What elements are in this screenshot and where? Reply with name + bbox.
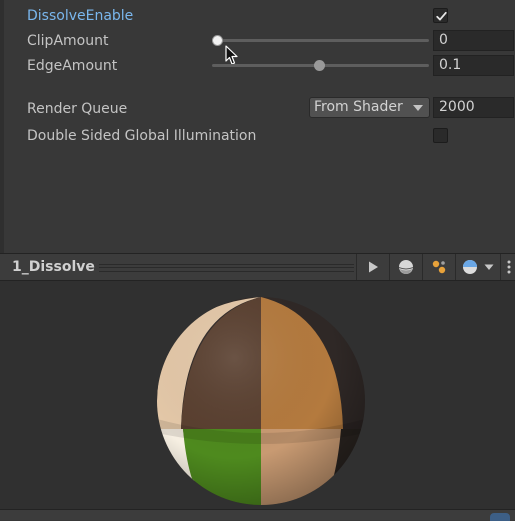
preview-drag-handle[interactable] — [99, 264, 354, 272]
preview-header: 1_Dissolve — [0, 253, 515, 281]
edge-amount-field[interactable]: 0.1 — [433, 55, 514, 76]
preview-title: 1_Dissolve — [12, 259, 95, 275]
double-sided-gi-label: Double Sided Global Illumination — [27, 128, 257, 144]
light-icon — [432, 260, 446, 274]
preview-footer — [0, 509, 515, 521]
dissolve-sphere-preview — [157, 297, 365, 505]
preview-light-button[interactable] — [422, 254, 455, 280]
clip-amount-slider-thumb[interactable] — [212, 35, 223, 46]
preview-more-button[interactable] — [500, 254, 515, 280]
edge-amount-label: EdgeAmount — [27, 58, 118, 74]
preview-viewport[interactable] — [0, 281, 515, 509]
preview-mesh-button[interactable] — [389, 254, 422, 280]
clip-amount-label: ClipAmount — [27, 33, 109, 49]
clip-amount-slider-track[interactable] — [212, 39, 429, 42]
render-queue-field[interactable]: 2000 — [433, 97, 514, 118]
render-queue-mode: From Shader — [314, 99, 403, 115]
background-sphere-icon — [463, 260, 477, 274]
dissolve-enable-checkbox[interactable] — [433, 8, 448, 23]
chevron-down-icon — [484, 264, 494, 270]
clip-amount-field[interactable]: 0 — [433, 30, 514, 51]
render-queue-label: Render Queue — [27, 101, 128, 117]
more-icon — [507, 260, 511, 274]
play-button[interactable] — [356, 254, 389, 280]
chevron-down-icon — [413, 105, 423, 111]
dissolve-enable-label: DissolveEnable — [27, 8, 134, 24]
material-inspector: DissolveEnable ClipAmount 0 EdgeAmount 0… — [0, 0, 515, 253]
play-icon — [369, 261, 378, 273]
preview-background-button[interactable] — [455, 254, 500, 280]
edge-amount-slider-thumb[interactable] — [314, 60, 325, 71]
double-sided-gi-checkbox[interactable] — [433, 128, 448, 143]
sphere-mesh-icon — [399, 260, 413, 274]
inspector-left-edge — [0, 0, 4, 253]
render-queue-dropdown[interactable]: From Shader — [309, 97, 430, 118]
checkmark-icon — [436, 11, 447, 21]
